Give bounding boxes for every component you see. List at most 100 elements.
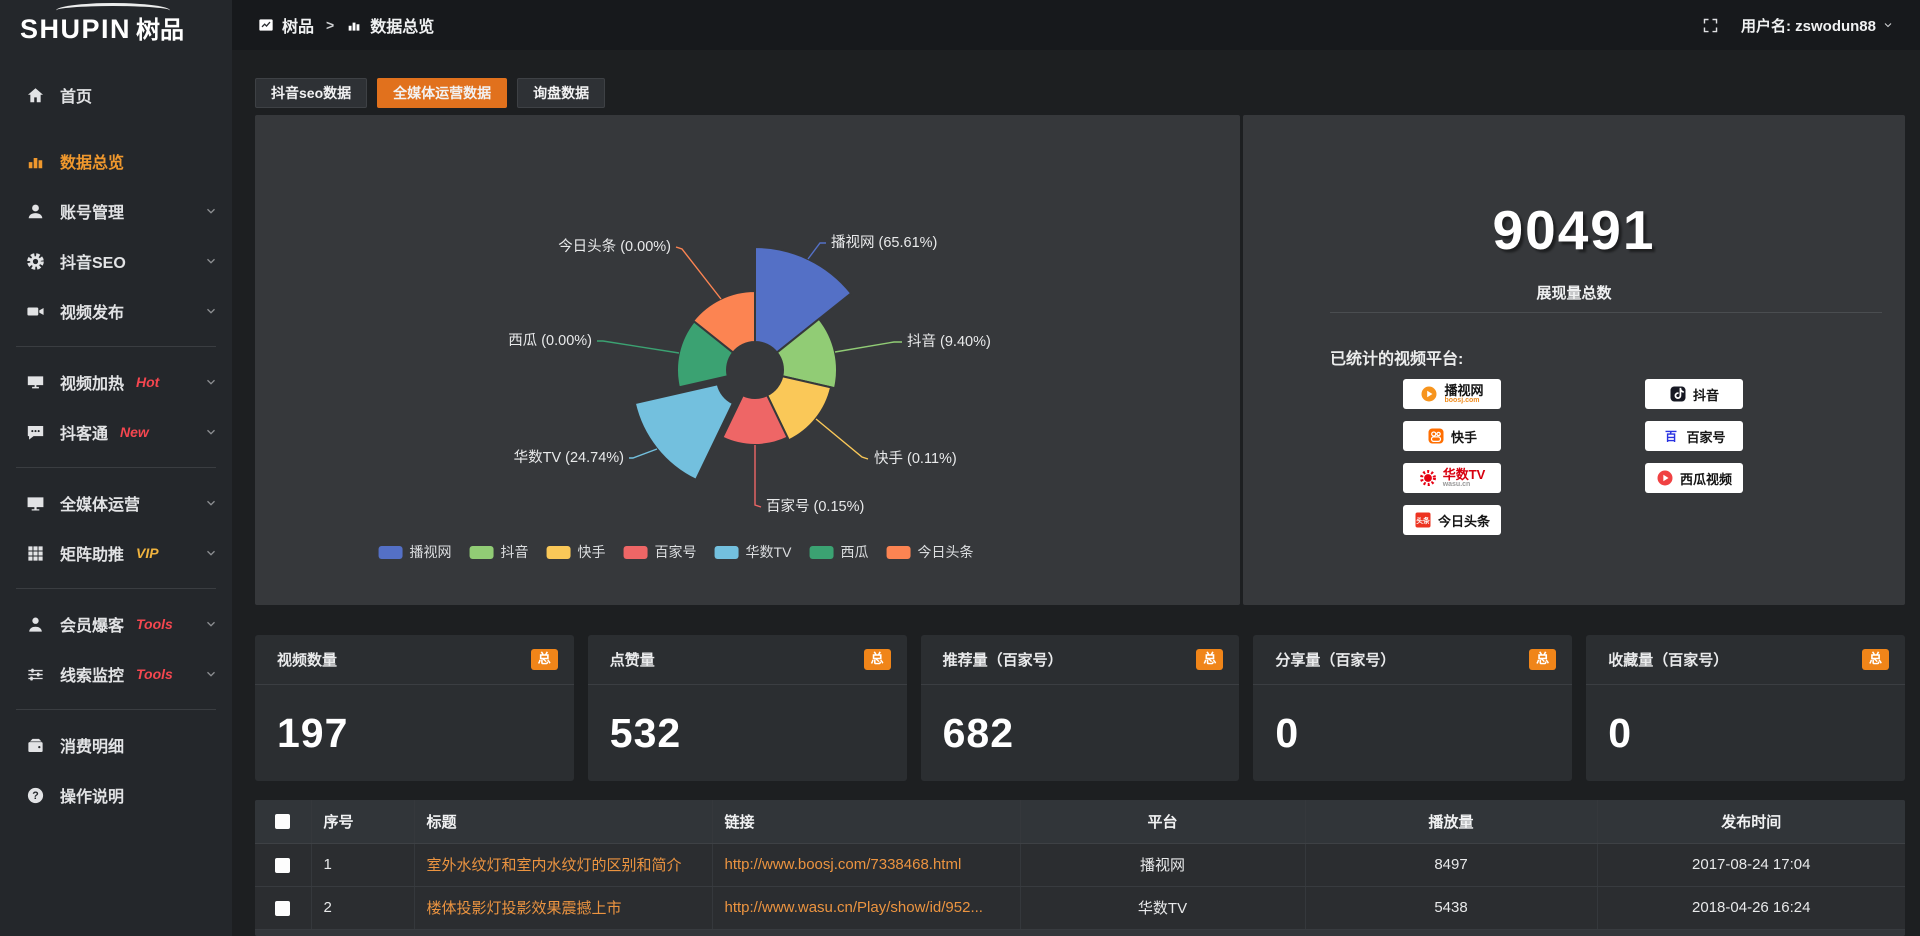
breadcrumb-root[interactable]: 树品 [282,13,314,37]
sidebar-item-consumption-details[interactable]: 消费明细 [0,720,232,770]
row-checkbox[interactable] [275,858,290,873]
sidebar-item-tag: New [120,424,149,440]
total-badge[interactable]: 总 [531,649,558,669]
grid-icon [26,544,45,563]
legend-item-xigua[interactable]: 西瓜 [809,542,868,562]
divider [16,709,216,710]
xigua-logo-icon [1656,469,1674,487]
platform-subtext: boosj.com [1444,397,1483,404]
sidebar-item-label: 操作说明 [60,783,124,807]
sidebar: SHUPIN树品 首页数据总览账号管理抖音SEO视频发布视频加热Hot抖客通Ne… [0,0,232,936]
sidebar-item-member-baoke[interactable]: 会员爆客Tools [0,599,232,649]
toutiao-logo-icon: 头条 [1414,511,1432,529]
cell-link[interactable]: http://www.wasu.cn/Play/show/id/952... [712,886,1020,929]
pie-slice-label: 抖音 (9.40%) [907,333,991,350]
legend-item-wasu-tv[interactable]: 华数TV [715,542,792,562]
platform-badge-douyin: 抖音 [1645,379,1743,409]
member-icon [26,615,45,634]
sidebar-item-video-heating[interactable]: 视频加热Hot [0,357,232,407]
tab-bar: 抖音seo数据全媒体运营数据询盘数据 [255,78,1905,108]
sidebar-menu: 首页数据总览账号管理抖音SEO视频发布视频加热Hot 抖客通 New 全媒体运营矩阵助… [0,60,232,820]
pie-slice-label: 播视网 (65.61%) [831,234,937,251]
fullscreen-icon[interactable] [1702,17,1719,34]
sidebar-item-tag: VIP [136,545,159,561]
sidebar-item-douyin-seo[interactable]: 抖音SEO [0,236,232,286]
pie-label-line [629,449,657,458]
legend-item-boosj[interactable]: 播视网 [379,542,452,562]
total-badge[interactable]: 总 [864,649,891,669]
breadcrumb-separator: > [326,17,334,33]
sidebar-item-matrix-boost[interactable]: 矩阵助推 VIP [0,528,232,578]
user-dropdown[interactable]: 用户名: zswodun88 [1741,15,1894,36]
sidebar-item-home[interactable]: 首页 [0,70,232,120]
cell-title[interactable]: 楼体投影灯投影效果震撼上市 [414,886,712,929]
legend-label: 西瓜 [840,542,868,562]
pie-label-line [835,342,902,352]
cell-published: 2017-08-24 17:04 [1597,843,1905,886]
cell-title[interactable]: 室外水纹灯和室内水纹灯的区别和简介 [414,843,712,886]
legend-swatch [809,546,833,559]
sidebar-item-data-overview[interactable]: 数据总览 [0,136,232,186]
stat-card-label: 收藏量（百家号） [1608,649,1728,670]
sidebar-item-lead-monitoring[interactable]: 线索监控Tools [0,649,232,699]
divider [16,588,216,589]
stat-card-share-count: 分享量（百家号）总0 [1253,635,1572,781]
tab-inquiry-data[interactable]: 询盘数据 [517,78,605,108]
svg-text:头条: 头条 [1416,516,1430,525]
sidebar-item-label: 抖客通 [60,420,108,444]
pie-slice-wasu-tv[interactable] [635,384,733,480]
stat-card-recommend-count: 推荐量（百家号）总682 [921,635,1240,781]
stat-card-value: 532 [588,685,907,781]
platform-badge-kuaishou: 快手 [1403,421,1501,451]
sidebar-item-douketong[interactable]: 抖客通 New [0,407,232,457]
chevron-down-icon [204,546,218,560]
douyin-logo-icon [1669,385,1687,403]
tab-omni-media-operation-data[interactable]: 全媒体运营数据 [377,78,507,108]
sidebar-item-account-management[interactable]: 账号管理 [0,186,232,236]
platform-badge-xigua: 西瓜视频 [1645,463,1743,493]
platform-name: 今日头条 [1438,511,1490,530]
row-checkbox[interactable] [275,901,290,916]
stat-card-label: 推荐量（百家号） [943,649,1063,670]
select-all-checkbox[interactable] [275,814,290,829]
sidebar-item-omni-media-operation[interactable]: 全媒体运营 [0,478,232,528]
pie-label-line [597,341,679,353]
cell-plays: 5438 [1305,886,1597,929]
total-badge[interactable]: 总 [1196,649,1223,669]
sidebar-item-label: 矩阵助推 [60,541,124,565]
legend-item-kuaishou[interactable]: 快手 [547,542,606,562]
cell-platform: 播视网 [1020,843,1305,886]
total-badge[interactable]: 总 [1862,649,1889,669]
breadcrumb-current[interactable]: 数据总览 [370,13,434,37]
stat-card-header: 点赞量总 [588,635,907,685]
cell-platform: 华数TV [1020,886,1305,929]
sidebar-item-operation-guide[interactable]: ?操作说明 [0,770,232,820]
legend-item-baijiahao[interactable]: 百家号 [624,542,697,562]
legend-swatch [624,546,648,559]
pie-label-line [676,247,721,299]
videos-table-panel: 序号标题链接平台播放量发布时间 1室外水纹灯和室内水纹灯的区别和简介http:/… [255,800,1905,936]
column-header: 序号 [311,800,414,843]
column-header: 标题 [414,800,712,843]
pie-slice-label: 快手 (0.11%) [874,450,957,467]
chevron-down-icon [204,496,218,510]
stat-card-header: 视频数量总 [255,635,574,685]
sidebar-item-label: 全媒体运营 [60,491,140,515]
table-header: 序号标题链接平台播放量发布时间 [255,800,1905,843]
legend-item-douyin[interactable]: 抖音 [470,542,529,562]
cell-link[interactable]: http://www.boosj.com/7338468.html [712,843,1020,886]
rose-pie-chart: 播视网 (65.61%)抖音 (9.40%)快手 (0.11%)百家号 (0.1… [255,115,1240,605]
total-badge[interactable]: 总 [1529,649,1556,669]
tab-douyin-seo-data[interactable]: 抖音seo数据 [255,78,367,108]
sliders-icon [26,665,45,684]
sidebar-item-video-publish[interactable]: 视频发布 [0,286,232,336]
username-label: 用户名: zswodun88 [1741,15,1876,36]
legend-item-toutiao[interactable]: 今日头条 [886,542,973,562]
stat-card-video-count: 视频数量总197 [255,635,574,781]
stat-card-value: 0 [1586,685,1905,781]
table-row: 2楼体投影灯投影效果震撼上市http://www.wasu.cn/Play/sh… [255,886,1905,929]
chevron-down-icon [204,667,218,681]
column-header: 平台 [1020,800,1305,843]
chevron-down-icon [204,304,218,318]
stat-card-header: 分享量（百家号）总 [1253,635,1572,685]
